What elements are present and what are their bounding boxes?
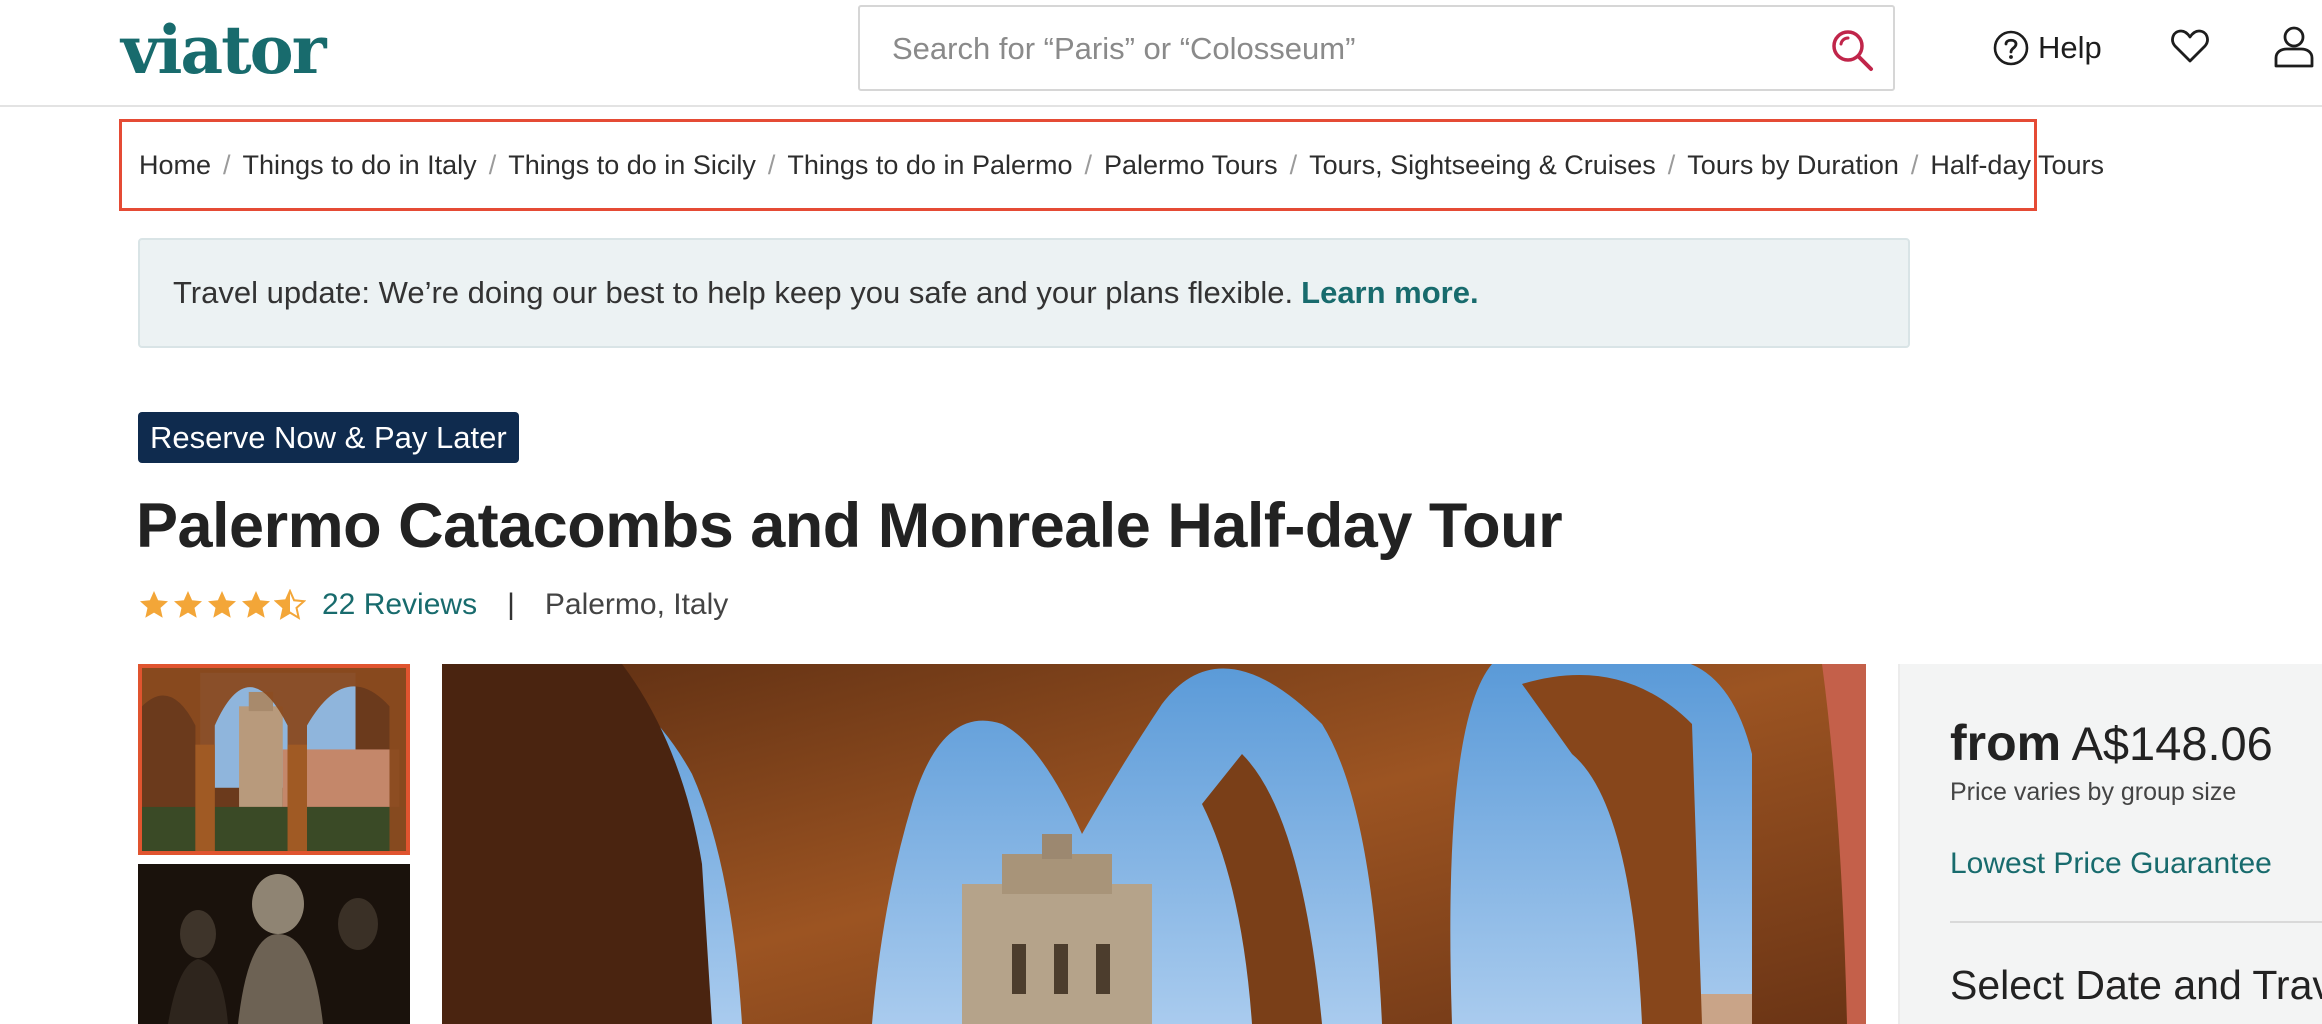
page-title: Palermo Catacombs and Monreale Half-day … (136, 491, 1563, 561)
learn-more-link[interactable]: Learn more. (1301, 275, 1478, 311)
reviews-link[interactable]: 22 Reviews (322, 588, 477, 622)
breadcrumb-half-day-tours[interactable]: Half-day Tours (1930, 150, 2104, 181)
booking-panel: from A$148.06 Price varies by group size… (1898, 664, 2322, 1024)
breadcrumb-separator: / (488, 149, 497, 180)
heart-icon[interactable] (2170, 26, 2210, 66)
star-icon (140, 591, 168, 618)
search-input[interactable] (890, 21, 1810, 77)
half-star-icon (274, 589, 306, 620)
breadcrumb-separator: / (1289, 149, 1298, 180)
breadcrumb-separator: / (1084, 149, 1093, 180)
help-button[interactable]: Help (1992, 26, 2102, 70)
star-rating (138, 589, 306, 621)
price-from-label: from (1950, 715, 2062, 771)
select-date-heading: Select Date and Travelers (1950, 962, 2322, 1008)
breadcrumb-tours-sightseeing[interactable]: Tours, Sightseeing & Cruises (1309, 150, 1656, 181)
monreale-cloister-image (442, 664, 1866, 1024)
question-circle-icon (1993, 30, 2029, 66)
travel-update-banner: Travel update: We’re doing our best to h… (138, 238, 1910, 348)
search-box[interactable] (858, 5, 1895, 91)
gallery-thumbnail-cloister[interactable] (138, 664, 410, 855)
cloister-thumbnail-image (142, 668, 406, 851)
rating-row: 22 Reviews | Palermo, Italy (138, 582, 728, 628)
catacombs-thumbnail-image (138, 864, 410, 1024)
star-icon (174, 591, 202, 618)
search-icon[interactable] (1829, 27, 1875, 73)
gallery-thumbnail-catacombs[interactable] (138, 864, 410, 1024)
breadcrumb-palermo[interactable]: Things to do in Palermo (787, 150, 1072, 181)
top-header: viator Help (0, 0, 2322, 107)
divider (1950, 921, 2322, 923)
breadcrumb-tours-by-duration[interactable]: Tours by Duration (1687, 150, 1899, 181)
user-icon[interactable] (2272, 24, 2316, 68)
breadcrumb-separator: / (1667, 149, 1676, 180)
price-note: Price varies by group size (1950, 778, 2237, 806)
breadcrumb-separator: / (223, 149, 231, 180)
price-line: from A$148.06 (1950, 714, 2273, 772)
breadcrumb-italy[interactable]: Things to do in Italy (243, 150, 477, 181)
reserve-now-badge: Reserve Now & Pay Later (138, 412, 519, 463)
viator-logo[interactable]: viator (121, 10, 326, 90)
breadcrumb-palermo-tours[interactable]: Palermo Tours (1104, 150, 1278, 181)
star-icon (242, 591, 270, 618)
price-amount: A$148.06 (2071, 717, 2273, 770)
main-gallery-image[interactable] (442, 664, 1866, 1024)
breadcrumb-separator: / (767, 149, 776, 180)
rating-separator: | (507, 588, 515, 621)
breadcrumb-separator: / (1910, 149, 1919, 180)
breadcrumb-sicily[interactable]: Things to do in Sicily (508, 150, 756, 181)
star-icon (208, 591, 236, 618)
travel-update-text: Travel update: We’re doing our best to h… (173, 275, 1294, 310)
lowest-price-guarantee-link[interactable]: Lowest Price Guarantee (1950, 847, 2272, 881)
breadcrumb: Home / Things to do in Italy / Things to… (119, 119, 2104, 211)
breadcrumb-home[interactable]: Home (139, 150, 211, 181)
tour-location: Palermo, Italy (544, 588, 729, 621)
help-label: Help (2038, 30, 2102, 65)
